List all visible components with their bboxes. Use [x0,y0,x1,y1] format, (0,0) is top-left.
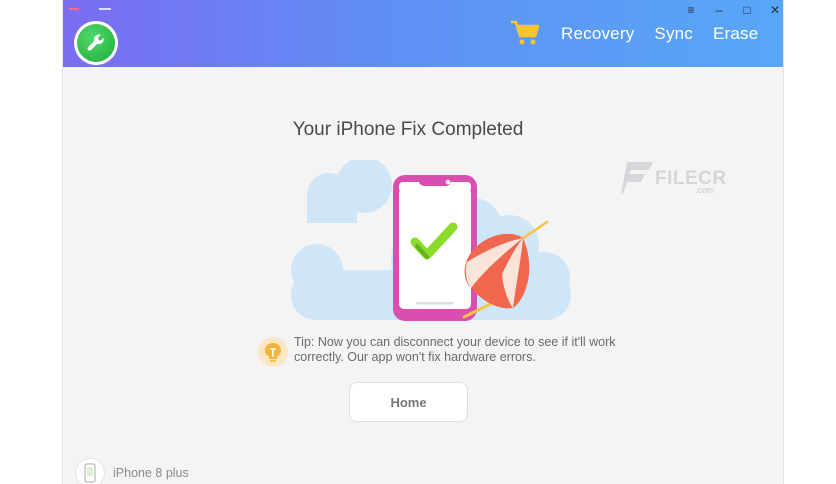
device-name: iPhone 8 plus [113,466,189,480]
home-button[interactable]: Home [349,382,468,422]
connected-device[interactable]: iPhone 8 plus [75,458,189,484]
menu-icon[interactable]: ≡ [685,4,697,16]
phone-illustration [393,175,477,321]
watermark-domain: .com [695,185,715,195]
filecr-watermark: FILECR .com [621,160,731,200]
app-logo[interactable] [74,21,118,65]
iphone-icon [75,458,105,484]
nav-erase[interactable]: Erase [713,24,758,44]
app-window: Recovery Sync Erase ≡ – □ ✕ Your iPhone … [62,0,784,484]
nav-sync[interactable]: Sync [654,24,693,44]
filecr-logo-icon [621,162,653,194]
window-controls: ≡ – □ ✕ [685,4,783,16]
header-bar: Recovery Sync Erase ≡ – □ ✕ [63,0,783,67]
wrench-icon [77,24,115,62]
tip-panel: Tip: Now you can disconnect your device … [258,335,618,369]
fix-completed-illustration [291,160,571,321]
tip-text: Tip: Now you can disconnect your device … [294,335,616,364]
minimize-icon[interactable]: – [713,4,725,16]
title-bar-controls [69,8,111,10]
minimize-dot[interactable] [99,8,111,10]
close-dot[interactable] [69,8,79,10]
main-nav: Recovery Sync Erase [561,24,758,44]
page-title: Your iPhone Fix Completed [292,119,524,140]
nav-recovery[interactable]: Recovery [561,24,634,44]
watermark-name: FILECR [655,168,727,189]
cart-icon[interactable] [510,20,540,46]
maximize-icon[interactable]: □ [741,4,753,16]
lightbulb-icon [258,337,288,367]
close-icon[interactable]: ✕ [769,4,781,16]
